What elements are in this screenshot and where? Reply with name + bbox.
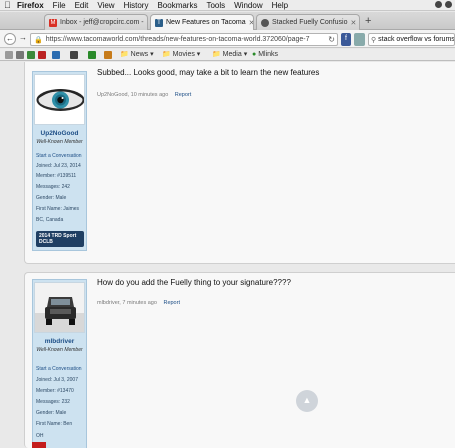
user-messages: Messages: 242 — [36, 184, 70, 190]
vehicle-badge: 2014 TRD Sport DCLB — [36, 231, 84, 247]
username-link[interactable]: Up2NoGood — [33, 130, 86, 137]
checkmark-icon[interactable] — [27, 51, 35, 59]
user-gender: Gender: Male — [36, 410, 67, 416]
tray-icon[interactable] — [435, 1, 442, 8]
toolbar-icon[interactable] — [38, 51, 46, 59]
bookmark-label: News — [130, 51, 149, 58]
tray-icon[interactable] — [445, 1, 452, 8]
post-message: Subbed... Looks good, may take a bit to … — [97, 68, 320, 77]
url-text: https://www.tacomaworld.com/threads/new-… — [45, 36, 310, 43]
tab-label: Inbox - jeff@cropcirc.com - — [60, 19, 144, 26]
page-content: Up2NoGood Well-Known Member Start a Conv… — [0, 62, 455, 448]
user-first-name: First Name: Ben — [36, 421, 73, 427]
avatar[interactable] — [34, 74, 85, 125]
tab-label: Stacked Fuelly Confusio — [272, 19, 348, 26]
report-link[interactable]: Report — [175, 92, 192, 98]
bookmark-media[interactable]: 📁 Media ▾ — [212, 51, 247, 59]
post-author-link[interactable]: mlbdriver, — [97, 300, 121, 306]
user-title: Well-Known Member — [36, 139, 83, 145]
tab-label: New Features on Tacoma — [166, 19, 246, 26]
user-location: OH — [36, 433, 44, 439]
bookmark-label: Movies — [172, 51, 195, 58]
truck-avatar-image — [35, 283, 84, 332]
stackoverflow-icon — [261, 18, 269, 27]
start-conversation-link[interactable]: Start a Conversation — [36, 153, 86, 159]
forward-button[interactable]: → — [17, 33, 29, 45]
bookmark-label: Media — [222, 51, 242, 58]
status-tray — [435, 1, 452, 8]
forum-post: Up2NoGood Well-Known Member Start a Conv… — [24, 62, 455, 264]
toolbar-icon[interactable] — [52, 51, 60, 59]
search-icon: ⚲ — [371, 36, 377, 44]
extension-icon[interactable] — [354, 33, 365, 46]
toolbar-icon[interactable] — [104, 51, 112, 59]
user-title: Well-Known Member — [36, 347, 83, 353]
bookmark-news[interactable]: 📁 News ▾ — [120, 51, 154, 59]
user-panel: Up2NoGood Well-Known Member Start a Conv… — [32, 71, 87, 251]
bookmark-mlinks[interactable]: ● Mlinks — [252, 51, 278, 59]
report-link[interactable]: Report — [163, 300, 180, 306]
facebook-icon[interactable]: f — [341, 33, 351, 46]
tab-tacoma[interactable]: T New Features on Tacoma ✕ — [150, 14, 254, 30]
search-text: stack overflow vs forums — [378, 36, 455, 43]
user-member-number: Member: #13470 — [36, 388, 74, 394]
menu-view[interactable]: View — [97, 1, 114, 10]
close-icon[interactable]: ✕ — [347, 19, 356, 27]
toolbar-icon[interactable] — [70, 51, 78, 59]
navigation-bar: ← → 🔒 https://www.tacomaworld.com/thread… — [0, 30, 455, 48]
tab-strip: M Inbox - jeff@cropcirc.com - ✕ T New Fe… — [0, 12, 455, 30]
reload-icon[interactable]: ↻ — [328, 35, 335, 44]
menu-file[interactable]: File — [53, 1, 66, 10]
menu-app[interactable]: Firefox — [17, 1, 44, 10]
avatar[interactable] — [34, 282, 85, 333]
user-member-number: Member: #139511 — [36, 173, 77, 179]
site-favicon: T — [155, 18, 163, 27]
post-meta: mlbdriver, 7 minutes ago Report — [97, 300, 180, 306]
bookmark-label: Mlinks — [258, 51, 279, 58]
user-joined: Joined: Jul 3, 2007 — [36, 377, 78, 383]
menu-tools[interactable]: Tools — [206, 1, 225, 10]
user-location: BC, Canada — [36, 217, 64, 223]
menu-bookmarks[interactable]: Bookmarks — [157, 1, 197, 10]
tab-gmail[interactable]: M Inbox - jeff@cropcirc.com - ✕ — [44, 14, 148, 30]
url-bar[interactable]: 🔒 https://www.tacomaworld.com/threads/ne… — [30, 33, 338, 46]
user-gender: Gender: Male — [36, 195, 67, 201]
menu-bar:  Firefox File Edit View History Bookmar… — [0, 0, 455, 11]
eye-avatar-image — [35, 75, 84, 124]
apple-icon[interactable]:  — [4, 0, 12, 10]
menu-help[interactable]: Help — [272, 1, 288, 10]
toolbar-icon[interactable] — [16, 51, 24, 59]
user-messages: Messages: 232 — [36, 399, 70, 405]
toolbar-icon[interactable] — [88, 51, 96, 59]
toolbar-icon[interactable] — [5, 51, 13, 59]
close-icon[interactable]: ✕ — [144, 19, 148, 27]
new-tab-button[interactable]: + — [365, 15, 371, 27]
scroll-to-top-button[interactable]: ▲ — [296, 390, 318, 412]
menu-history[interactable]: History — [124, 1, 149, 10]
tab-stackoverflow[interactable]: Stacked Fuelly Confusio ✕ — [256, 14, 360, 30]
user-panel: mlbdriver Well-Known Member Start a Conv… — [32, 279, 87, 448]
lock-icon: 🔒 — [34, 36, 43, 44]
menu-edit[interactable]: Edit — [75, 1, 89, 10]
username-link[interactable]: mlbdriver — [33, 338, 86, 345]
forum-post: mlbdriver Well-Known Member Start a Conv… — [24, 272, 455, 448]
back-button[interactable]: ← — [4, 33, 16, 45]
post-author-link[interactable]: Up2NoGood, — [97, 92, 129, 98]
user-joined: Joined: Jul 23, 2014 — [36, 163, 81, 169]
start-conversation-link[interactable]: Start a Conversation — [36, 366, 86, 372]
bookmark-movies[interactable]: 📁 Movies ▾ — [162, 51, 200, 59]
search-bar[interactable]: ⚲ stack overflow vs forums — [368, 33, 455, 46]
link-icon: ● — [252, 51, 257, 58]
footer-logo — [32, 442, 46, 448]
gmail-icon: M — [49, 18, 57, 27]
user-first-name: First Name: Jaimes — [36, 206, 80, 212]
close-icon[interactable]: ✕ — [246, 19, 253, 27]
post-time[interactable]: 10 minutes ago — [131, 92, 169, 98]
post-time[interactable]: 7 minutes ago — [122, 300, 157, 306]
bookmarks-toolbar: 📁 News ▾ 📁 Movies ▾ 📁 Media ▾ ● Mlinks — [0, 49, 455, 61]
post-meta: Up2NoGood, 10 minutes ago Report — [97, 92, 191, 98]
menu-window[interactable]: Window — [234, 1, 262, 10]
post-message: How do you add the Fuelly thing to your … — [97, 278, 291, 287]
